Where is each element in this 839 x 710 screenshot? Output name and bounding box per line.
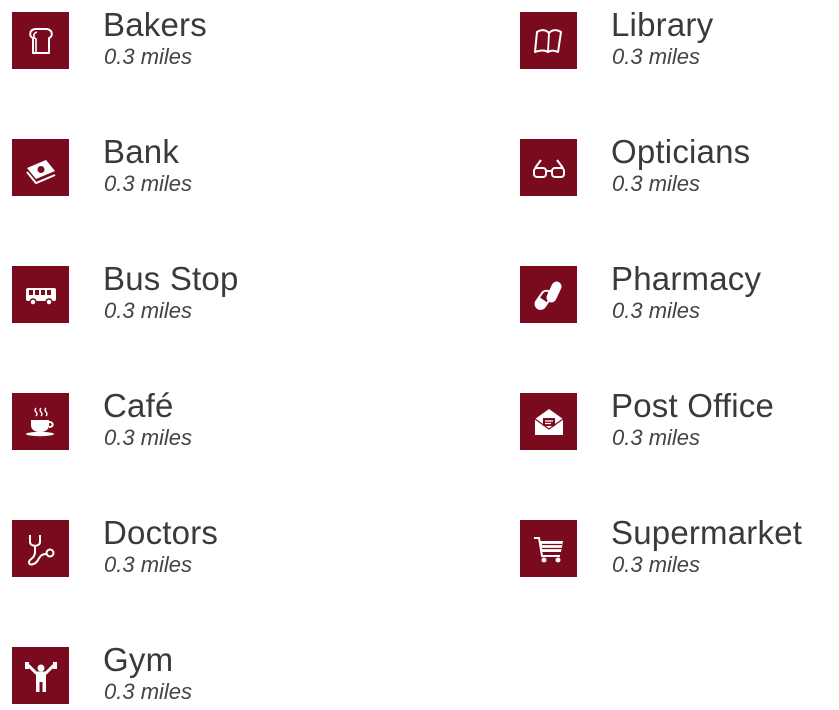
amenity-distance: 0.3 miles: [104, 425, 193, 450]
amenity-item-opticians: Opticians 0.3 miles: [520, 127, 839, 196]
pills-icon: [520, 266, 577, 323]
envelope-icon: [520, 393, 577, 450]
coffee-cup-icon: [12, 393, 69, 450]
amenity-item-library: Library 0.3 miles: [520, 0, 839, 69]
amenity-item-gym: Gym 0.3 miles: [12, 635, 342, 704]
amenity-distance: 0.3 miles: [612, 552, 701, 577]
amenity-item-doctors: Doctors 0.3 miles: [12, 508, 342, 577]
amenity-name: Supermarket: [611, 514, 803, 551]
amenity-name: Doctors: [103, 514, 219, 551]
amenity-distance: 0.3 miles: [612, 171, 701, 196]
amenity-distance: 0.3 miles: [104, 171, 193, 196]
amenity-distance: 0.3 miles: [104, 298, 193, 323]
amenity-item-supermarket: Supermarket 0.3 miles: [520, 508, 839, 577]
amenity-item-cafe: Café 0.3 miles: [12, 381, 342, 450]
amenity-item-bank: Bank 0.3 miles: [12, 127, 342, 196]
amenity-distance: 0.3 miles: [104, 552, 193, 577]
bread-icon: [12, 12, 69, 69]
bus-icon: [12, 266, 69, 323]
amenity-name: Pharmacy: [611, 260, 762, 297]
amenity-item-post-office: Post Office 0.3 miles: [520, 381, 839, 450]
amenity-item-bus-stop: Bus Stop 0.3 miles: [12, 254, 342, 323]
amenity-name: Opticians: [611, 133, 751, 170]
book-icon: [520, 12, 577, 69]
amenity-distance: 0.3 miles: [612, 44, 701, 69]
amenity-distance: 0.3 miles: [104, 679, 193, 704]
amenity-name: Café: [103, 387, 174, 424]
shopping-cart-icon: [520, 520, 577, 577]
amenity-distance: 0.3 miles: [612, 298, 701, 323]
weightlifter-icon: [12, 647, 69, 704]
glasses-icon: [520, 139, 577, 196]
amenity-item-bakers: Bakers 0.3 miles: [12, 0, 342, 69]
amenity-name: Bank: [103, 133, 180, 170]
stethoscope-icon: [12, 520, 69, 577]
amenity-name: Library: [611, 6, 714, 43]
amenities-list: Bakers 0.3 miles Bank 0.3 miles Bus Stop…: [0, 0, 839, 710]
amenity-name: Bus Stop: [103, 260, 239, 297]
amenity-item-pharmacy: Pharmacy 0.3 miles: [520, 254, 839, 323]
amenity-name: Gym: [103, 641, 174, 678]
money-icon: [12, 139, 69, 196]
amenity-distance: 0.3 miles: [104, 44, 193, 69]
amenity-name: Post Office: [611, 387, 774, 424]
amenity-distance: 0.3 miles: [612, 425, 701, 450]
amenity-name: Bakers: [103, 6, 207, 43]
